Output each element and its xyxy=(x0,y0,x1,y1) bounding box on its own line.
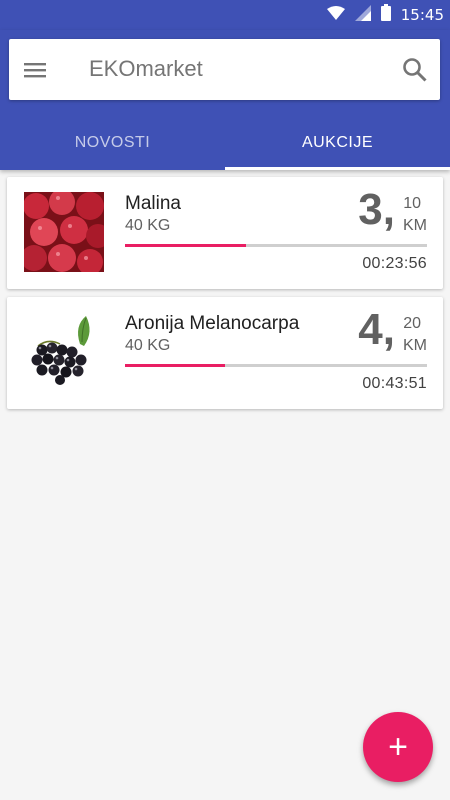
menu-icon[interactable] xyxy=(23,58,47,82)
add-icon: + xyxy=(388,727,408,766)
auction-timer: 00:43:51 xyxy=(362,375,427,392)
search-bar[interactable]: EKOmarket xyxy=(9,39,440,100)
auction-card[interactable]: Aronija Melanocarpa 40 KG 4, 20 KM 00:43… xyxy=(7,297,443,409)
tab-bar: NOVOSTI AUKCIJE xyxy=(0,112,450,170)
price-decimal: 20 xyxy=(403,315,421,332)
price-currency: KM xyxy=(403,217,427,234)
auction-progress-bar xyxy=(125,244,427,247)
product-quantity: 40 KG xyxy=(125,217,171,234)
auction-progress-fill xyxy=(125,244,246,247)
tab-novosti[interactable]: NOVOSTI xyxy=(0,112,225,170)
price-main: 3, xyxy=(358,185,395,234)
product-name: Aronija Melanocarpa xyxy=(125,313,300,334)
status-bar: 15:45 xyxy=(0,0,450,30)
price-currency: KM xyxy=(403,337,427,354)
app-title: EKOmarket xyxy=(89,56,203,81)
product-image-raspberries xyxy=(24,192,104,272)
tab-aukcije[interactable]: AUKCIJE xyxy=(225,112,450,170)
auction-card[interactable]: Malina 40 KG 3, 10 KM 00:23:56 xyxy=(7,177,443,289)
auction-timer: 00:23:56 xyxy=(362,255,427,272)
status-time: 15:45 xyxy=(400,6,444,24)
battery-icon xyxy=(380,4,391,26)
search-icon[interactable] xyxy=(402,57,428,83)
app-header: EKOmarket NOVOSTI AUKCIJE xyxy=(0,30,450,170)
auction-progress-bar xyxy=(125,364,427,367)
auction-progress-fill xyxy=(125,364,225,367)
signal-icon xyxy=(354,4,371,26)
product-quantity: 40 KG xyxy=(125,337,171,354)
price-main: 4, xyxy=(358,305,395,354)
add-auction-button[interactable]: + xyxy=(363,712,433,782)
wifi-icon xyxy=(326,5,345,25)
product-name: Malina xyxy=(125,193,181,214)
product-image-aronia-berries xyxy=(24,312,104,392)
price-decimal: 10 xyxy=(403,195,421,212)
